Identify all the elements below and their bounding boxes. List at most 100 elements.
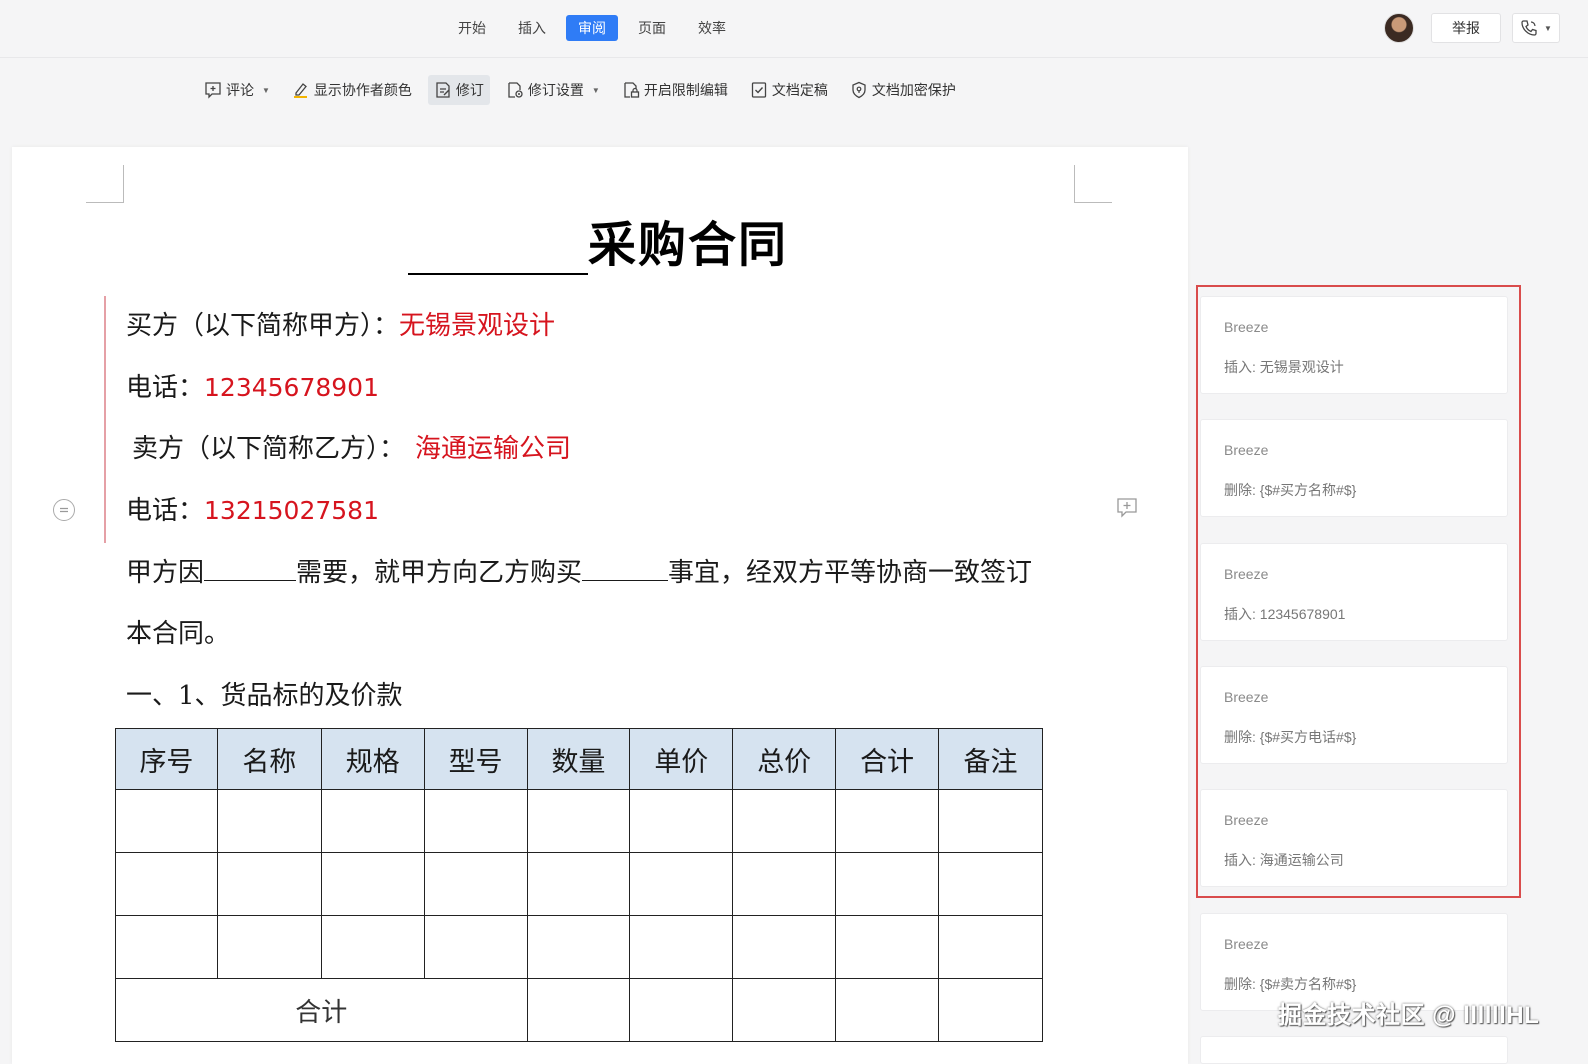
revision-author: Breeze	[1224, 936, 1269, 952]
seller-line: 卖方（以下简称乙方）： 海通运输公司	[132, 431, 571, 467]
table-row	[115, 789, 1043, 853]
buyer-value: 无锡景观设计	[399, 311, 556, 341]
col-header: 型号	[423, 728, 528, 790]
table-cell[interactable]	[423, 915, 528, 979]
table-total-row: 合计	[115, 978, 1043, 1042]
revise-settings-button[interactable]: 修订设置 ▼	[500, 75, 606, 105]
shield-icon	[852, 81, 866, 99]
seller-label: 卖方（以下简称乙方）：	[132, 434, 406, 464]
call-button[interactable]: ▼	[1512, 13, 1560, 43]
table-cell[interactable]	[938, 978, 1043, 1042]
table-cell[interactable]	[216, 852, 322, 916]
table-cell[interactable]	[938, 915, 1043, 979]
table-cell[interactable]	[423, 852, 528, 916]
collapse-icon[interactable]	[53, 499, 75, 521]
table-header-row: 序号 名称 规格 型号 数量 单价 总价 合计 备注	[115, 728, 1043, 790]
document-page[interactable]: 采购合同 买方（以下简称甲方）：无锡景观设计 电话： 12345678901 卖方…	[12, 147, 1188, 1064]
revise-icon	[436, 82, 450, 98]
table-cell[interactable]	[835, 789, 939, 853]
table-cell[interactable]	[835, 915, 939, 979]
tab-page[interactable]: 页面	[626, 15, 678, 41]
buyer-phone-value: 12345678901	[204, 373, 379, 402]
tab-insert[interactable]: 插入	[506, 15, 558, 41]
review-toolbar: 评论 ▼ 显示协作者颜色 修订 修订设置 ▼ 开启限制编辑 文档定稿 文档加密保…	[198, 75, 972, 105]
table-cell[interactable]	[835, 978, 939, 1042]
table-cell[interactable]	[732, 978, 837, 1042]
table-cell[interactable]	[320, 852, 425, 916]
revision-bar	[104, 296, 106, 543]
add-comment-icon[interactable]	[1116, 497, 1138, 524]
col-header: 总价	[732, 728, 837, 790]
buyer-label: 买方（以下简称甲方）：	[126, 311, 400, 341]
seller-phone-value: 13215027581	[204, 496, 379, 525]
col-header: 数量	[526, 728, 631, 790]
show-author-color-label: 显示协作者颜色	[313, 82, 412, 98]
restrict-edit-icon	[624, 82, 639, 98]
table-cell[interactable]	[526, 789, 631, 853]
table-cell[interactable]	[629, 852, 734, 916]
comment-label: 评论	[226, 82, 254, 98]
table-cell[interactable]	[320, 789, 425, 853]
ribbon-tabs: 开始 插入 审阅 页面 效率	[446, 15, 746, 41]
table-cell[interactable]	[115, 852, 218, 916]
tab-efficiency[interactable]: 效率	[686, 15, 738, 41]
col-header: 序号	[115, 728, 218, 790]
paragraph-line-1: 甲方因 需要，就甲方向乙方购买 事宜，经双方平等协商一致签订	[126, 555, 1032, 591]
pen-color-icon	[293, 83, 307, 98]
blank-field[interactable]	[582, 555, 669, 581]
table-cell[interactable]	[526, 978, 631, 1042]
show-author-color-button[interactable]: 显示协作者颜色	[286, 75, 418, 105]
table-cell[interactable]	[216, 789, 322, 853]
watermark: 掘金技术社区 @ llllllHL	[1278, 1002, 1540, 1029]
buyer-line: 买方（以下简称甲方）：无锡景观设计	[126, 308, 555, 344]
page-title: 采购合同	[408, 213, 788, 275]
table-cell[interactable]	[835, 852, 939, 916]
seller-phone-line: 电话：13215027581	[126, 493, 379, 529]
restrict-edit-button[interactable]: 开启限制编辑	[616, 75, 734, 105]
add-comment-icon	[205, 82, 221, 99]
finalize-button[interactable]: 文档定稿	[744, 75, 834, 105]
table-cell[interactable]	[732, 915, 837, 979]
comment-button[interactable]: 评论 ▼	[198, 75, 276, 105]
col-header: 名称	[216, 728, 322, 790]
table-cell[interactable]	[526, 852, 631, 916]
table-cell[interactable]	[732, 789, 837, 853]
title-blank	[408, 219, 588, 275]
section-heading: 一、1、货品标的及价款	[126, 681, 403, 711]
avatar[interactable]	[1384, 13, 1414, 43]
encrypt-button[interactable]: 文档加密保护	[844, 75, 962, 105]
table-cell[interactable]	[216, 915, 322, 979]
chevron-down-icon: ▼	[262, 85, 270, 95]
blank-field[interactable]	[204, 555, 297, 581]
table-row	[115, 852, 1043, 916]
encrypt-label: 文档加密保护	[871, 82, 956, 98]
col-header: 备注	[938, 728, 1043, 790]
report-button[interactable]: 举报	[1431, 13, 1501, 43]
revision-card[interactable]	[1200, 1036, 1508, 1064]
table-cell[interactable]	[423, 789, 528, 853]
revision-desc: 删除: {$#卖方名称#$}	[1224, 976, 1357, 992]
phone-label: 电话：	[126, 496, 205, 526]
col-header: 合计	[835, 728, 939, 790]
chevron-down-icon: ▼	[1544, 23, 1552, 33]
table-cell[interactable]	[938, 789, 1043, 853]
table-cell[interactable]	[629, 978, 734, 1042]
para-part1: 甲方因	[126, 558, 205, 588]
tab-start[interactable]: 开始	[446, 15, 498, 41]
table-total-label[interactable]: 合计	[115, 978, 528, 1042]
revise-settings-icon	[508, 82, 523, 98]
title-text: 采购合同	[588, 217, 789, 273]
revise-toggle[interactable]: 修订	[427, 75, 490, 105]
table-row	[115, 915, 1043, 979]
table-cell[interactable]	[115, 789, 218, 853]
tab-review[interactable]: 审阅	[566, 15, 618, 41]
table-cell[interactable]	[938, 852, 1043, 916]
table-cell[interactable]	[629, 915, 734, 979]
table-cell[interactable]	[320, 915, 425, 979]
table-cell[interactable]	[629, 789, 734, 853]
seller-value: 海通运输公司	[415, 434, 572, 464]
col-header: 规格	[320, 728, 425, 790]
table-cell[interactable]	[115, 915, 218, 979]
table-cell[interactable]	[732, 852, 837, 916]
table-cell[interactable]	[526, 915, 631, 979]
